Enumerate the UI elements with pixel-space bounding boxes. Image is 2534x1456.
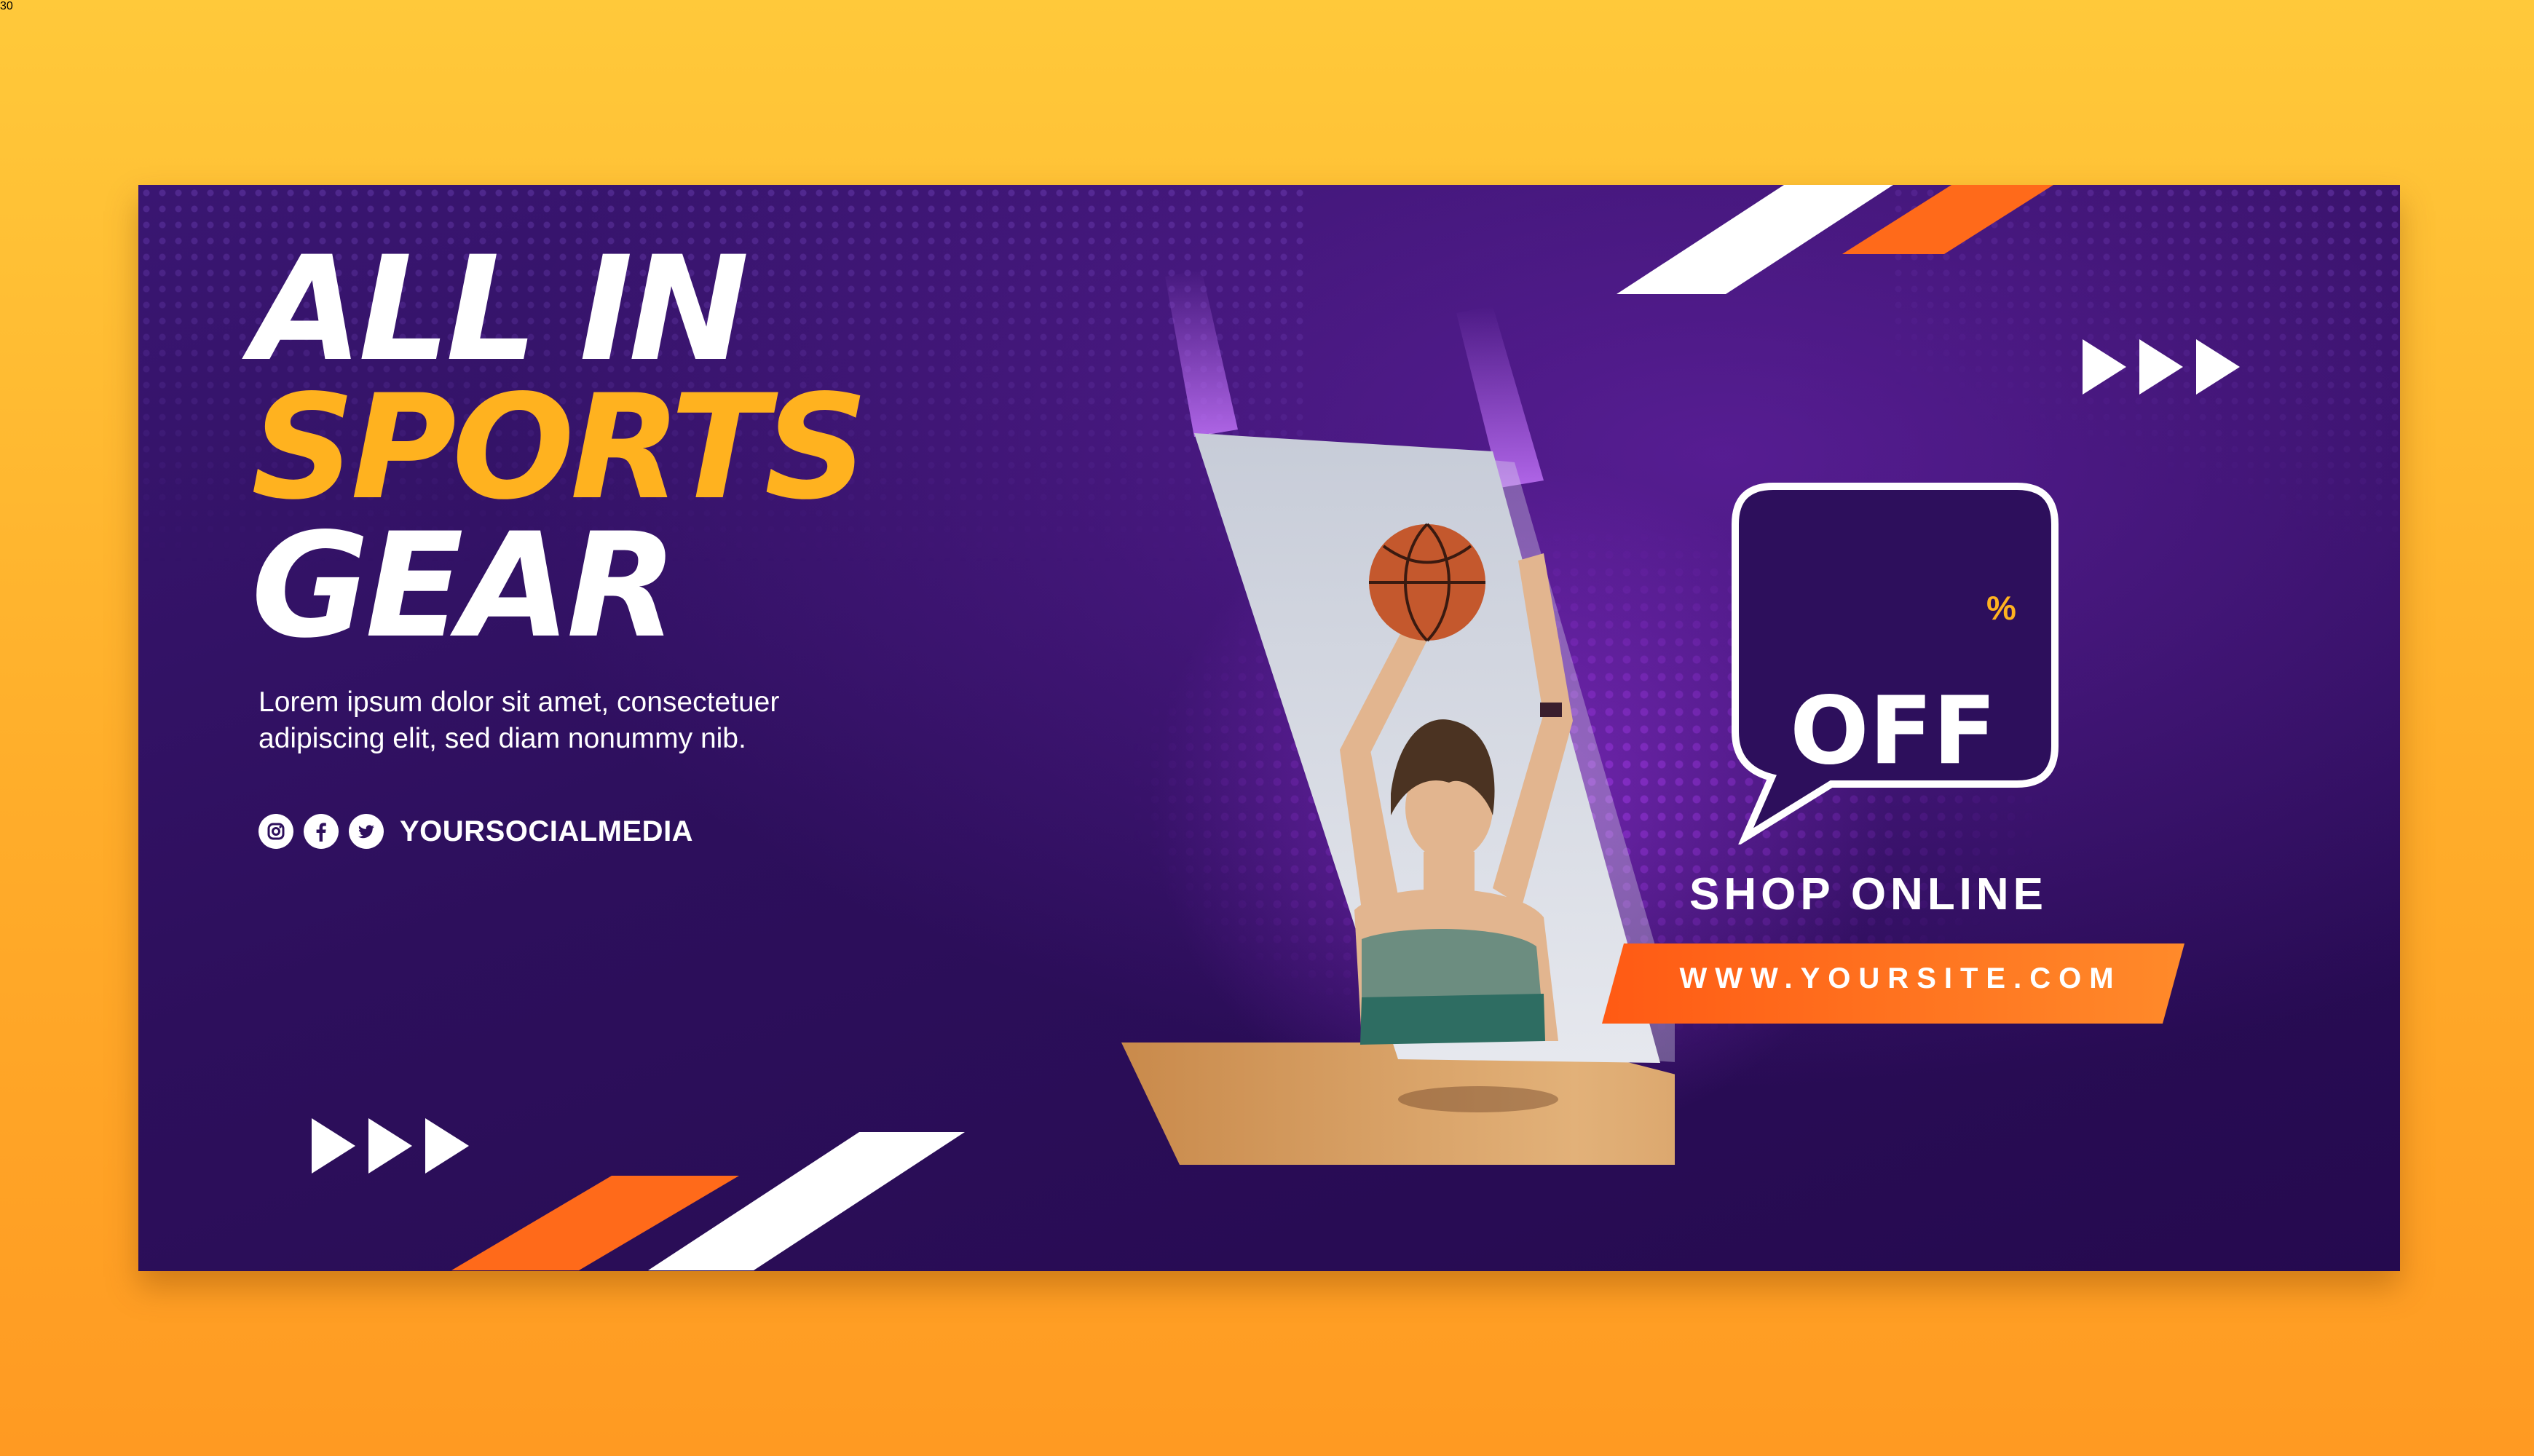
facebook-icon[interactable] <box>304 814 339 849</box>
light-trail <box>1165 269 1238 437</box>
arrows-icon <box>2083 339 2240 395</box>
headline: ALL IN SPORTS GEAR <box>251 225 868 670</box>
instagram-icon[interactable] <box>258 814 293 849</box>
percent-sign: % <box>1986 589 2016 627</box>
headline-line-2: SPORTS <box>251 363 868 531</box>
athlete-photo-panel <box>1121 269 1675 1165</box>
headline-line-3: GEAR <box>251 502 677 670</box>
arrows-icon <box>312 1118 469 1174</box>
basketball-icon <box>1369 523 1485 642</box>
off-label: OFF <box>1790 677 1997 786</box>
website-link[interactable]: WWW.YOURSITE.COM <box>1646 962 2155 995</box>
shop-online-label: SHOP ONLINE <box>1689 869 2048 919</box>
body-text: Lorem ipsum dolor sit amet, consectetuer… <box>258 684 914 757</box>
social-media-row: YOURSOCIALMEDIA <box>258 814 693 849</box>
top-stripes <box>1617 185 2053 294</box>
social-handle[interactable]: YOURSOCIALMEDIA <box>400 815 693 848</box>
floor-shadow <box>1398 1086 1558 1112</box>
discount-bubble <box>1732 483 2059 844</box>
body-text-line-1: Lorem ipsum dolor sit amet, consectetuer <box>258 687 780 718</box>
body-text-line-2: adipiscing elit, sed diam nonummy nib. <box>258 723 746 754</box>
headline-line-1: ALL IN <box>251 225 749 393</box>
discount-amount: 30 <box>0 0 13 12</box>
bottom-stripes <box>451 1132 965 1270</box>
twitter-icon[interactable] <box>349 814 384 849</box>
